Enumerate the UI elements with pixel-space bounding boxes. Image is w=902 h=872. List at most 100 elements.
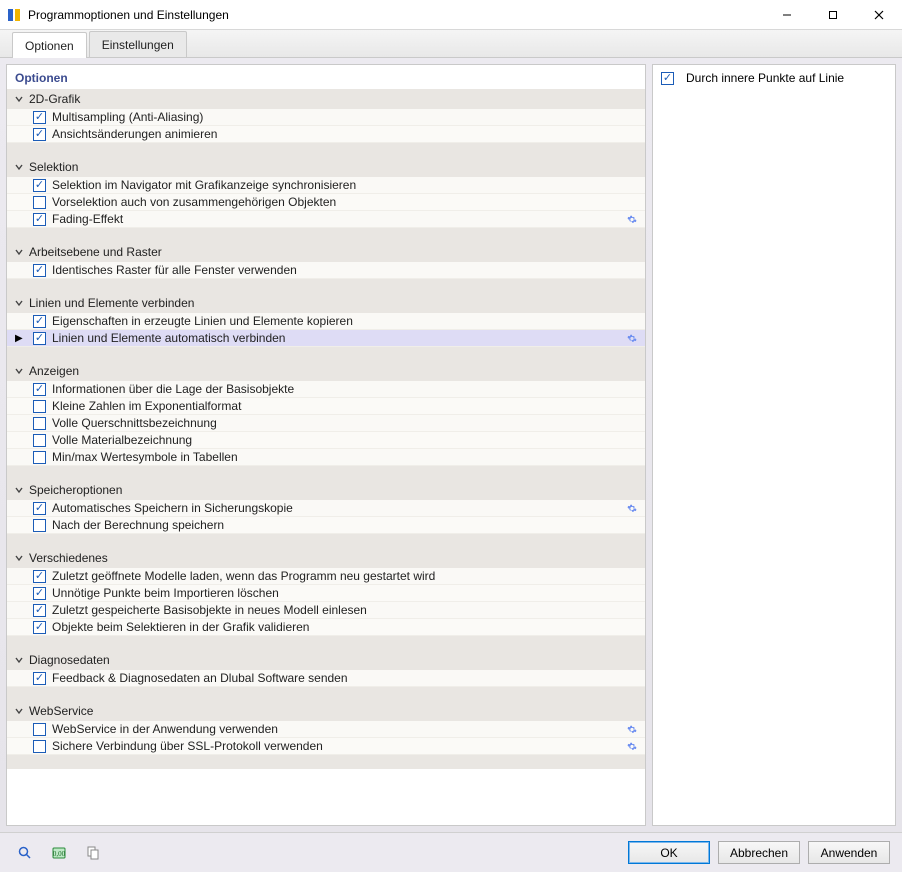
- option-row[interactable]: Volle Querschnittsbezeichnung: [7, 415, 645, 432]
- option-row[interactable]: Volle Materialbezeichnung: [7, 432, 645, 449]
- minimize-button[interactable]: [764, 0, 810, 29]
- option-label: Multisampling (Anti-Aliasing): [52, 110, 641, 124]
- option-label: Informationen über die Lage der Basisobj…: [52, 382, 641, 396]
- tab-settings[interactable]: Einstellungen: [89, 31, 187, 57]
- group-header[interactable]: Speicheroptionen: [7, 480, 645, 500]
- group-items: WebService in der Anwendung verwenden Sic…: [7, 721, 645, 755]
- option-row[interactable]: Min/max Wertesymbole in Tabellen: [7, 449, 645, 466]
- option-checkbox[interactable]: [33, 417, 46, 430]
- chevron-down-icon: [13, 654, 25, 666]
- option-row[interactable]: ▶Linien und Elemente automatisch verbind…: [7, 330, 645, 347]
- option-row[interactable]: Automatisches Speichern in Sicherungskop…: [7, 500, 645, 517]
- option-row[interactable]: Multisampling (Anti-Aliasing): [7, 109, 645, 126]
- detail-checkbox[interactable]: [661, 72, 674, 85]
- group-gap: [7, 687, 645, 701]
- group-header[interactable]: Arbeitsebene und Raster: [7, 242, 645, 262]
- option-label: Volle Querschnittsbezeichnung: [52, 416, 641, 430]
- option-label: Linien und Elemente automatisch verbinde…: [52, 331, 627, 345]
- option-checkbox[interactable]: [33, 672, 46, 685]
- group-gap: [7, 755, 645, 769]
- option-row[interactable]: Informationen über die Lage der Basisobj…: [7, 381, 645, 398]
- option-checkbox[interactable]: [33, 604, 46, 617]
- option-row[interactable]: Unnötige Punkte beim Importieren löschen: [7, 585, 645, 602]
- units-button[interactable]: 0,00: [46, 840, 72, 866]
- group-header[interactable]: Linien und Elemente verbinden: [7, 293, 645, 313]
- option-row[interactable]: Zuletzt gespeicherte Basisobjekte in neu…: [7, 602, 645, 619]
- option-label: Kleine Zahlen im Exponentialformat: [52, 399, 641, 413]
- option-row[interactable]: Feedback & Diagnosedaten an Dlubal Softw…: [7, 670, 645, 687]
- option-row[interactable]: Fading-Effekt: [7, 211, 645, 228]
- option-checkbox[interactable]: [33, 740, 46, 753]
- options-tree[interactable]: 2D-GrafikMultisampling (Anti-Aliasing) An…: [7, 89, 645, 825]
- option-label: WebService in der Anwendung verwenden: [52, 722, 627, 736]
- chevron-down-icon: [13, 552, 25, 564]
- option-checkbox[interactable]: [33, 451, 46, 464]
- group-header[interactable]: Anzeigen: [7, 361, 645, 381]
- group-items: Identisches Raster für alle Fenster verw…: [7, 262, 645, 279]
- option-row[interactable]: Kleine Zahlen im Exponentialformat: [7, 398, 645, 415]
- option-row[interactable]: Nach der Berechnung speichern: [7, 517, 645, 534]
- group-gap: [7, 534, 645, 548]
- group-header[interactable]: Diagnosedaten: [7, 650, 645, 670]
- option-row[interactable]: Identisches Raster für alle Fenster verw…: [7, 262, 645, 279]
- option-checkbox[interactable]: [33, 400, 46, 413]
- option-checkbox[interactable]: [33, 179, 46, 192]
- tab-label: Optionen: [25, 39, 74, 53]
- option-checkbox[interactable]: [33, 383, 46, 396]
- chevron-down-icon: [13, 161, 25, 173]
- option-checkbox[interactable]: [33, 502, 46, 515]
- group-items: Automatisches Speichern in Sicherungskop…: [7, 500, 645, 534]
- option-row[interactable]: Selektion im Navigator mit Grafikanzeige…: [7, 177, 645, 194]
- option-row[interactable]: Sichere Verbindung über SSL-Protokoll ve…: [7, 738, 645, 755]
- chevron-down-icon: [13, 93, 25, 105]
- option-checkbox[interactable]: [33, 587, 46, 600]
- detail-option-row[interactable]: Durch innere Punkte auf Linie: [661, 71, 887, 85]
- option-checkbox[interactable]: [33, 213, 46, 226]
- group-title: Arbeitsebene und Raster: [29, 245, 162, 259]
- group-header[interactable]: Selektion: [7, 157, 645, 177]
- ok-button[interactable]: OK: [628, 841, 710, 864]
- content-area: Optionen 2D-GrafikMultisampling (Anti-Al…: [0, 58, 902, 832]
- gear-icon[interactable]: [627, 331, 641, 345]
- tab-options[interactable]: Optionen: [12, 32, 87, 58]
- option-checkbox[interactable]: [33, 723, 46, 736]
- option-row[interactable]: Vorselektion auch von zusammengehörigen …: [7, 194, 645, 211]
- option-checkbox[interactable]: [33, 196, 46, 209]
- search-filter-button[interactable]: [12, 840, 38, 866]
- group-header[interactable]: WebService: [7, 701, 645, 721]
- option-checkbox[interactable]: [33, 434, 46, 447]
- gear-icon[interactable]: [627, 212, 641, 226]
- option-checkbox[interactable]: [33, 128, 46, 141]
- option-row[interactable]: Ansichtsänderungen animieren: [7, 126, 645, 143]
- option-row[interactable]: Objekte beim Selektieren in der Grafik v…: [7, 619, 645, 636]
- titlebar: Programmoptionen und Einstellungen: [0, 0, 902, 30]
- option-checkbox[interactable]: [33, 264, 46, 277]
- gear-icon[interactable]: [627, 722, 641, 736]
- option-row[interactable]: WebService in der Anwendung verwenden: [7, 721, 645, 738]
- option-checkbox[interactable]: [33, 621, 46, 634]
- gear-icon[interactable]: [627, 501, 641, 515]
- group-items: Zuletzt geöffnete Modelle laden, wenn da…: [7, 568, 645, 636]
- option-row[interactable]: Zuletzt geöffnete Modelle laden, wenn da…: [7, 568, 645, 585]
- option-label: Ansichtsänderungen animieren: [52, 127, 641, 141]
- group-title: Verschiedenes: [29, 551, 108, 565]
- group-gap: [7, 636, 645, 650]
- group-header[interactable]: Verschiedenes: [7, 548, 645, 568]
- option-checkbox[interactable]: [33, 111, 46, 124]
- gear-icon[interactable]: [627, 739, 641, 753]
- option-row[interactable]: Eigenschaften in erzeugte Linien und Ele…: [7, 313, 645, 330]
- option-checkbox[interactable]: [33, 519, 46, 532]
- option-label: Fading-Effekt: [52, 212, 627, 226]
- maximize-button[interactable]: [810, 0, 856, 29]
- close-button[interactable]: [856, 0, 902, 29]
- group-items: Informationen über die Lage der Basisobj…: [7, 381, 645, 466]
- chevron-down-icon: [13, 365, 25, 377]
- group-header[interactable]: 2D-Grafik: [7, 89, 645, 109]
- svg-text:0,00: 0,00: [53, 850, 66, 858]
- option-checkbox[interactable]: [33, 332, 46, 345]
- option-checkbox[interactable]: [33, 315, 46, 328]
- option-checkbox[interactable]: [33, 570, 46, 583]
- apply-button[interactable]: Anwenden: [808, 841, 890, 864]
- copy-button[interactable]: [80, 840, 106, 866]
- cancel-button[interactable]: Abbrechen: [718, 841, 800, 864]
